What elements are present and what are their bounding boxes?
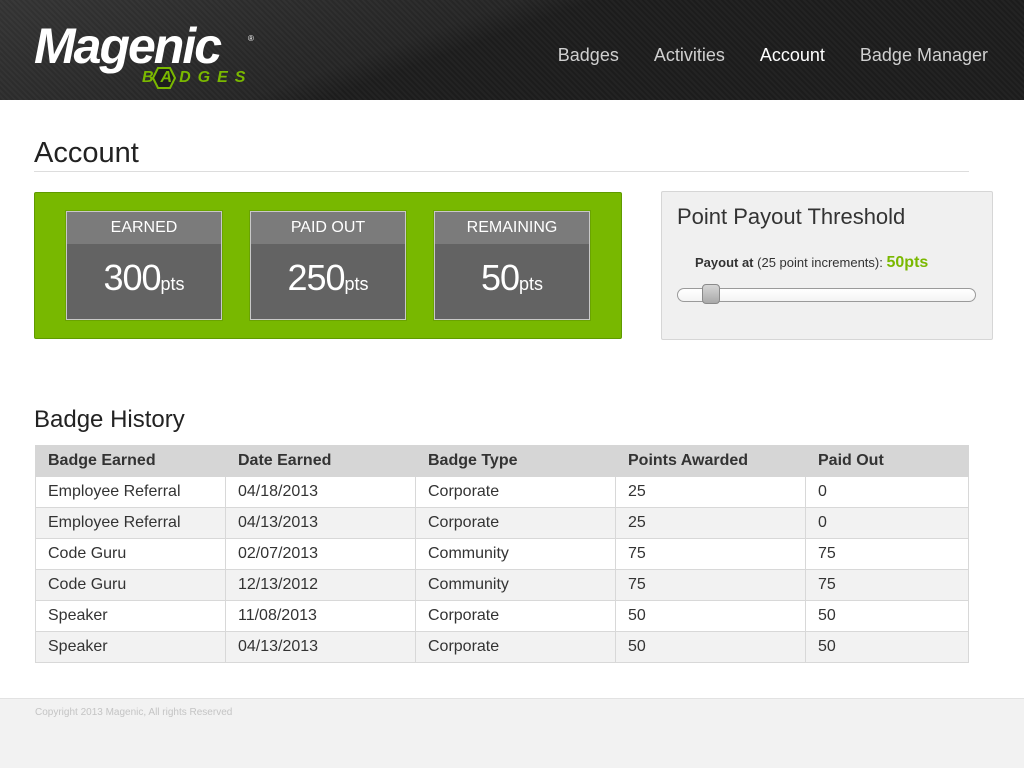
paid-out-stat-card: PAID OUT 250pts — [250, 211, 406, 320]
magenic-badges-logo[interactable]: Magenic ® BADGES — [34, 18, 264, 90]
table-cell: Employee Referral — [35, 476, 226, 508]
table-cell: Speaker — [35, 600, 226, 632]
remaining-unit: pts — [519, 274, 544, 294]
table-cell: 50 — [805, 631, 969, 663]
nav-account[interactable]: Account — [760, 44, 825, 66]
table-cell: Employee Referral — [35, 507, 226, 539]
table-cell: 04/13/2013 — [225, 507, 416, 539]
table-cell: Code Guru — [35, 569, 226, 601]
table-cell: 50 — [615, 600, 806, 632]
earned-value: 300pts — [67, 244, 221, 306]
badge-history-title: Badge History — [34, 406, 185, 433]
table-cell: 12/13/2012 — [225, 569, 416, 601]
threshold-title: Point Payout Threshold — [677, 204, 906, 229]
earned-label: EARNED — [67, 212, 221, 244]
nav-badges[interactable]: Badges — [558, 44, 619, 66]
payout-slider-handle[interactable] — [701, 284, 720, 304]
column-header[interactable]: Points Awarded — [615, 445, 806, 477]
table-cell: Code Guru — [35, 538, 226, 570]
badge-history-table: Badge Earned Date Earned Badge Type Poin… — [35, 445, 969, 663]
nav-badge-manager[interactable]: Badge Manager — [860, 44, 988, 66]
table-header-row: Badge Earned Date Earned Badge Type Poin… — [35, 445, 969, 477]
payout-slider[interactable] — [677, 284, 976, 304]
table-cell: Corporate — [415, 631, 616, 663]
paid-out-unit: pts — [344, 274, 369, 294]
paid-out-label: PAID OUT — [251, 212, 405, 244]
remaining-value: 50pts — [435, 244, 589, 306]
title-divider — [34, 171, 969, 172]
top-header: Magenic ® BADGES Badges Activities Accou… — [0, 0, 1024, 100]
table-row: Speaker 04/13/2013 Corporate 50 50 — [35, 631, 969, 663]
logo-wordmark: Magenic — [34, 18, 222, 74]
table-cell: 50 — [615, 631, 806, 663]
table-cell: 0 — [805, 476, 969, 508]
table-cell: 04/18/2013 — [225, 476, 416, 508]
table-cell: 25 — [615, 476, 806, 508]
table-cell: 75 — [805, 538, 969, 570]
table-cell: 50 — [805, 600, 969, 632]
earned-unit: pts — [160, 274, 185, 294]
table-cell: 25 — [615, 507, 806, 539]
table-cell: Community — [415, 569, 616, 601]
table-cell: Corporate — [415, 476, 616, 508]
table-row: Code Guru 02/07/2013 Community 75 75 — [35, 538, 969, 570]
points-summary-panel: EARNED 300pts PAID OUT 250pts REMAINING … — [34, 192, 622, 339]
logo-registered-mark: ® — [248, 34, 254, 43]
nav-activities[interactable]: Activities — [654, 44, 725, 66]
payout-value: 50pts — [886, 254, 929, 271]
table-cell: 04/13/2013 — [225, 631, 416, 663]
payout-label-bold: Payout at — [695, 255, 754, 270]
paid-out-number: 250 — [287, 257, 345, 298]
table-cell: 75 — [805, 569, 969, 601]
paid-out-value: 250pts — [251, 244, 405, 306]
column-header[interactable]: Badge Earned — [35, 445, 226, 477]
payout-label-detail: (25 point increments): — [757, 255, 883, 270]
table-cell: 75 — [615, 538, 806, 570]
payout-threshold-panel: Point Payout Threshold Payout at (25 poi… — [661, 191, 993, 340]
table-cell: Corporate — [415, 600, 616, 632]
table-row: Speaker 11/08/2013 Corporate 50 50 — [35, 600, 969, 632]
remaining-label: REMAINING — [435, 212, 589, 244]
earned-number: 300 — [103, 257, 161, 298]
table-row: Employee Referral 04/18/2013 Corporate 2… — [35, 476, 969, 508]
column-header[interactable]: Paid Out — [805, 445, 969, 477]
column-header[interactable]: Badge Type — [415, 445, 616, 477]
table-row: Code Guru 12/13/2012 Community 75 75 — [35, 569, 969, 601]
main-nav: Badges Activities Account Badge Manager — [558, 44, 988, 66]
table-cell: 11/08/2013 — [225, 600, 416, 632]
table-cell: Corporate — [415, 507, 616, 539]
remaining-number: 50 — [480, 257, 520, 298]
table-row: Employee Referral 04/13/2013 Corporate 2… — [35, 507, 969, 539]
payout-label: Payout at (25 point increments): 50pts — [695, 254, 928, 272]
page-footer: Copyright 2013 Magenic, All rights Reser… — [0, 698, 1024, 768]
table-cell: 0 — [805, 507, 969, 539]
table-cell: Community — [415, 538, 616, 570]
remaining-stat-card: REMAINING 50pts — [434, 211, 590, 320]
copyright-text: Copyright 2013 Magenic, All rights Reser… — [35, 707, 233, 718]
page-title: Account — [34, 137, 139, 169]
table-cell: 75 — [615, 569, 806, 601]
earned-stat-card: EARNED 300pts — [66, 211, 222, 320]
column-header[interactable]: Date Earned — [225, 445, 416, 477]
table-cell: 02/07/2013 — [225, 538, 416, 570]
table-cell: Speaker — [35, 631, 226, 663]
logo-subtitle: BADGES — [142, 69, 253, 86]
